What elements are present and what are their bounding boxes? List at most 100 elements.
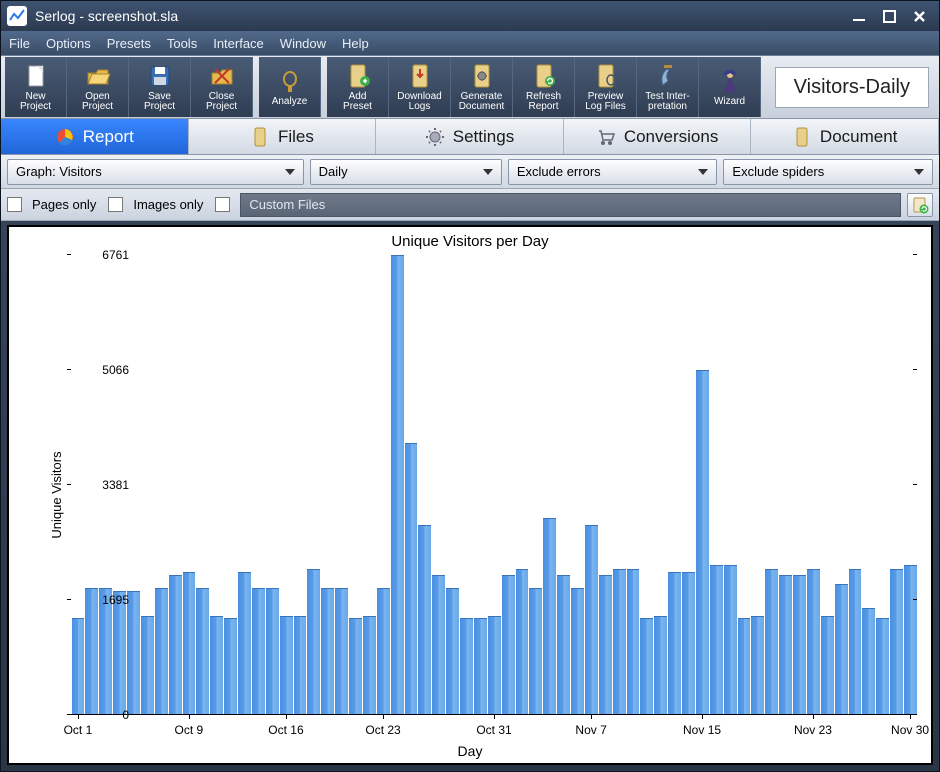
menu-file[interactable]: File <box>9 36 30 51</box>
bar <box>155 588 168 715</box>
caret-icon <box>698 169 708 175</box>
bar <box>72 618 85 715</box>
menu-interface[interactable]: Interface <box>213 36 264 51</box>
bar <box>210 616 223 715</box>
test-interpretation-button[interactable]: Test Inter- pretation <box>637 57 699 117</box>
options-row: Pages only Images only Custom Files <box>1 189 939 221</box>
bar <box>599 575 612 715</box>
bar <box>793 575 806 715</box>
close-project-button[interactable]: Close Project <box>191 57 253 117</box>
minimize-button[interactable] <box>845 6 873 26</box>
bar <box>127 591 140 716</box>
bar <box>668 572 681 715</box>
bar <box>432 575 445 715</box>
generate-document-button[interactable]: Generate Document <box>451 57 513 117</box>
bar <box>113 591 126 716</box>
bar <box>335 588 348 715</box>
chart-area: Unique Visitors per Day Unique Visitors … <box>7 225 933 765</box>
bar <box>321 588 334 715</box>
conversions-icon <box>596 127 616 147</box>
chart-title: Unique Visitors per Day <box>9 227 931 250</box>
settings-icon <box>425 127 445 147</box>
app-icon <box>7 6 27 26</box>
tab-label: Conversions <box>624 127 719 147</box>
bar <box>99 588 112 715</box>
bar <box>724 565 737 715</box>
bar <box>141 616 154 715</box>
menu-help[interactable]: Help <box>342 36 369 51</box>
preview-log-files-button[interactable]: Preview Log Files <box>575 57 637 117</box>
bar <box>446 588 459 715</box>
errors-dropdown[interactable]: Exclude errors <box>508 159 718 185</box>
tab-label: Files <box>278 127 314 147</box>
bar <box>613 569 626 715</box>
files-icon <box>250 127 270 147</box>
bar <box>543 518 556 715</box>
close-button[interactable] <box>905 6 933 26</box>
menu-options[interactable]: Options <box>46 36 91 51</box>
menu-presets[interactable]: Presets <box>107 36 151 51</box>
save-project-button[interactable]: Save Project <box>129 57 191 117</box>
toolbar-label: New Project <box>20 92 51 113</box>
wizard-button[interactable]: Wizard <box>699 57 761 117</box>
tab-label: Report <box>83 127 134 147</box>
x-tick-label: Nov 30 <box>891 723 929 737</box>
bar <box>183 572 196 715</box>
images-only-checkbox[interactable] <box>108 197 123 212</box>
open-project-icon <box>83 62 113 90</box>
tab-settings[interactable]: Settings <box>376 119 564 154</box>
download-logs-button[interactable]: Download Logs <box>389 57 451 117</box>
bar <box>377 588 390 715</box>
add-preset-button[interactable]: Add Preset <box>327 57 389 117</box>
bar <box>529 588 542 715</box>
custom-files-checkbox[interactable] <box>215 197 230 212</box>
save-project-icon <box>145 62 175 90</box>
analyze-button[interactable]: Analyze <box>259 57 321 117</box>
refresh-icon-button[interactable] <box>907 193 933 217</box>
bar <box>835 584 848 715</box>
custom-files-dropdown[interactable]: Custom Files <box>240 193 901 217</box>
menu-tools[interactable]: Tools <box>167 36 197 51</box>
tab-report[interactable]: Report <box>1 119 189 154</box>
period-dropdown[interactable]: Daily <box>310 159 502 185</box>
bar <box>238 572 251 715</box>
tab-document[interactable]: Document <box>751 119 939 154</box>
bar <box>405 443 418 715</box>
close-project-icon <box>207 62 237 90</box>
maximize-button[interactable] <box>875 6 903 26</box>
bar <box>696 370 709 715</box>
spiders-dropdown[interactable]: Exclude spiders <box>723 159 933 185</box>
bar <box>516 569 529 715</box>
period-dropdown-label: Daily <box>319 164 348 179</box>
bar <box>391 255 404 715</box>
toolbar-label: Generate Document <box>459 92 505 113</box>
refresh-report-icon <box>529 62 559 90</box>
pages-only-checkbox[interactable] <box>7 197 22 212</box>
toolbar: New Project Open ProjectSave ProjectClose… <box>1 55 939 119</box>
y-tick-label: 3381 <box>101 478 129 492</box>
info-box: Visitors-Daily <box>775 67 929 108</box>
tab-label: Settings <box>453 127 514 147</box>
toolbar-label: Wizard <box>714 97 745 108</box>
toolbar-label: Download Logs <box>397 92 441 113</box>
x-axis-label: Day <box>9 743 931 759</box>
spiders-dropdown-label: Exclude spiders <box>732 164 824 179</box>
tab-files[interactable]: Files <box>189 119 377 154</box>
generate-document-icon <box>467 62 497 90</box>
bar <box>252 588 265 715</box>
x-tick-label: Nov 7 <box>575 723 606 737</box>
open-project-button[interactable]: Open Project <box>67 57 129 117</box>
bar <box>876 618 889 715</box>
bar <box>849 569 862 715</box>
bar <box>266 588 279 715</box>
new-project-button[interactable]: New Project <box>5 57 67 117</box>
refresh-report-button[interactable]: Refresh Report <box>513 57 575 117</box>
report-icon <box>55 127 75 147</box>
tab-conversions[interactable]: Conversions <box>564 119 752 154</box>
menu-window[interactable]: Window <box>280 36 326 51</box>
x-tick-label: Oct 9 <box>175 723 204 737</box>
custom-files-label: Custom Files <box>249 197 325 212</box>
y-axis-label: Unique Visitors <box>49 451 64 538</box>
analyze-icon <box>275 67 305 95</box>
graph-dropdown[interactable]: Graph: Visitors <box>7 159 304 185</box>
